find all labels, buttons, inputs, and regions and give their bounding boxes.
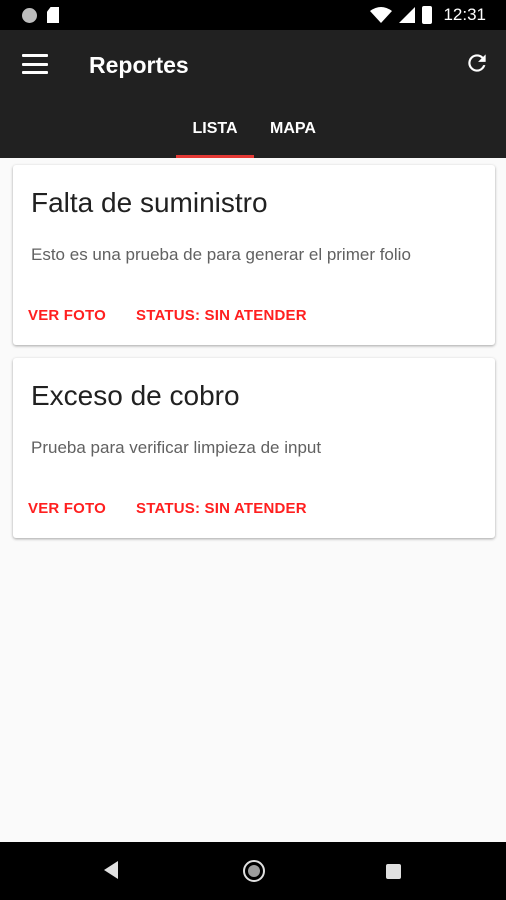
- report-description: Esto es una prueba de para generar el pr…: [31, 245, 411, 264]
- view-photo-button[interactable]: VER FOTO: [28, 500, 106, 517]
- tab-lista[interactable]: LISTA: [176, 118, 254, 158]
- back-icon[interactable]: [104, 861, 118, 879]
- home-icon[interactable]: [243, 860, 265, 882]
- notification-dot-icon: [22, 7, 37, 23]
- status-clock: 12:31: [443, 5, 486, 24]
- report-card: Falta de suministro Esto es una prueba d…: [13, 165, 495, 345]
- report-card: Exceso de cobro Prueba para verificar li…: [13, 358, 495, 538]
- navigation-bar: [0, 842, 506, 900]
- status-button[interactable]: STATUS: SIN ATENDER: [136, 500, 307, 517]
- app-bar: Reportes LISTA MAPA: [0, 30, 506, 158]
- status-button[interactable]: STATUS: SIN ATENDER: [136, 307, 307, 324]
- sd-card-icon: [47, 7, 59, 23]
- status-bar-right: 12:31: [370, 5, 486, 25]
- recents-icon[interactable]: [386, 864, 401, 879]
- view-photo-button[interactable]: VER FOTO: [28, 307, 106, 324]
- tab-bar: LISTA MAPA: [0, 118, 506, 158]
- status-bar-left: [22, 7, 59, 23]
- battery-icon: [422, 6, 433, 24]
- wifi-icon: [370, 7, 393, 23]
- status-bar: 12:31: [0, 0, 506, 30]
- refresh-icon[interactable]: [464, 50, 490, 76]
- signal-icon: [399, 7, 416, 23]
- tab-mapa[interactable]: MAPA: [258, 118, 328, 158]
- page-title: Reportes: [89, 52, 189, 78]
- menu-icon[interactable]: [22, 54, 48, 74]
- report-title: Exceso de cobro: [31, 380, 240, 411]
- report-description: Prueba para verificar limpieza de input: [31, 438, 322, 457]
- report-title: Falta de suministro: [31, 187, 268, 218]
